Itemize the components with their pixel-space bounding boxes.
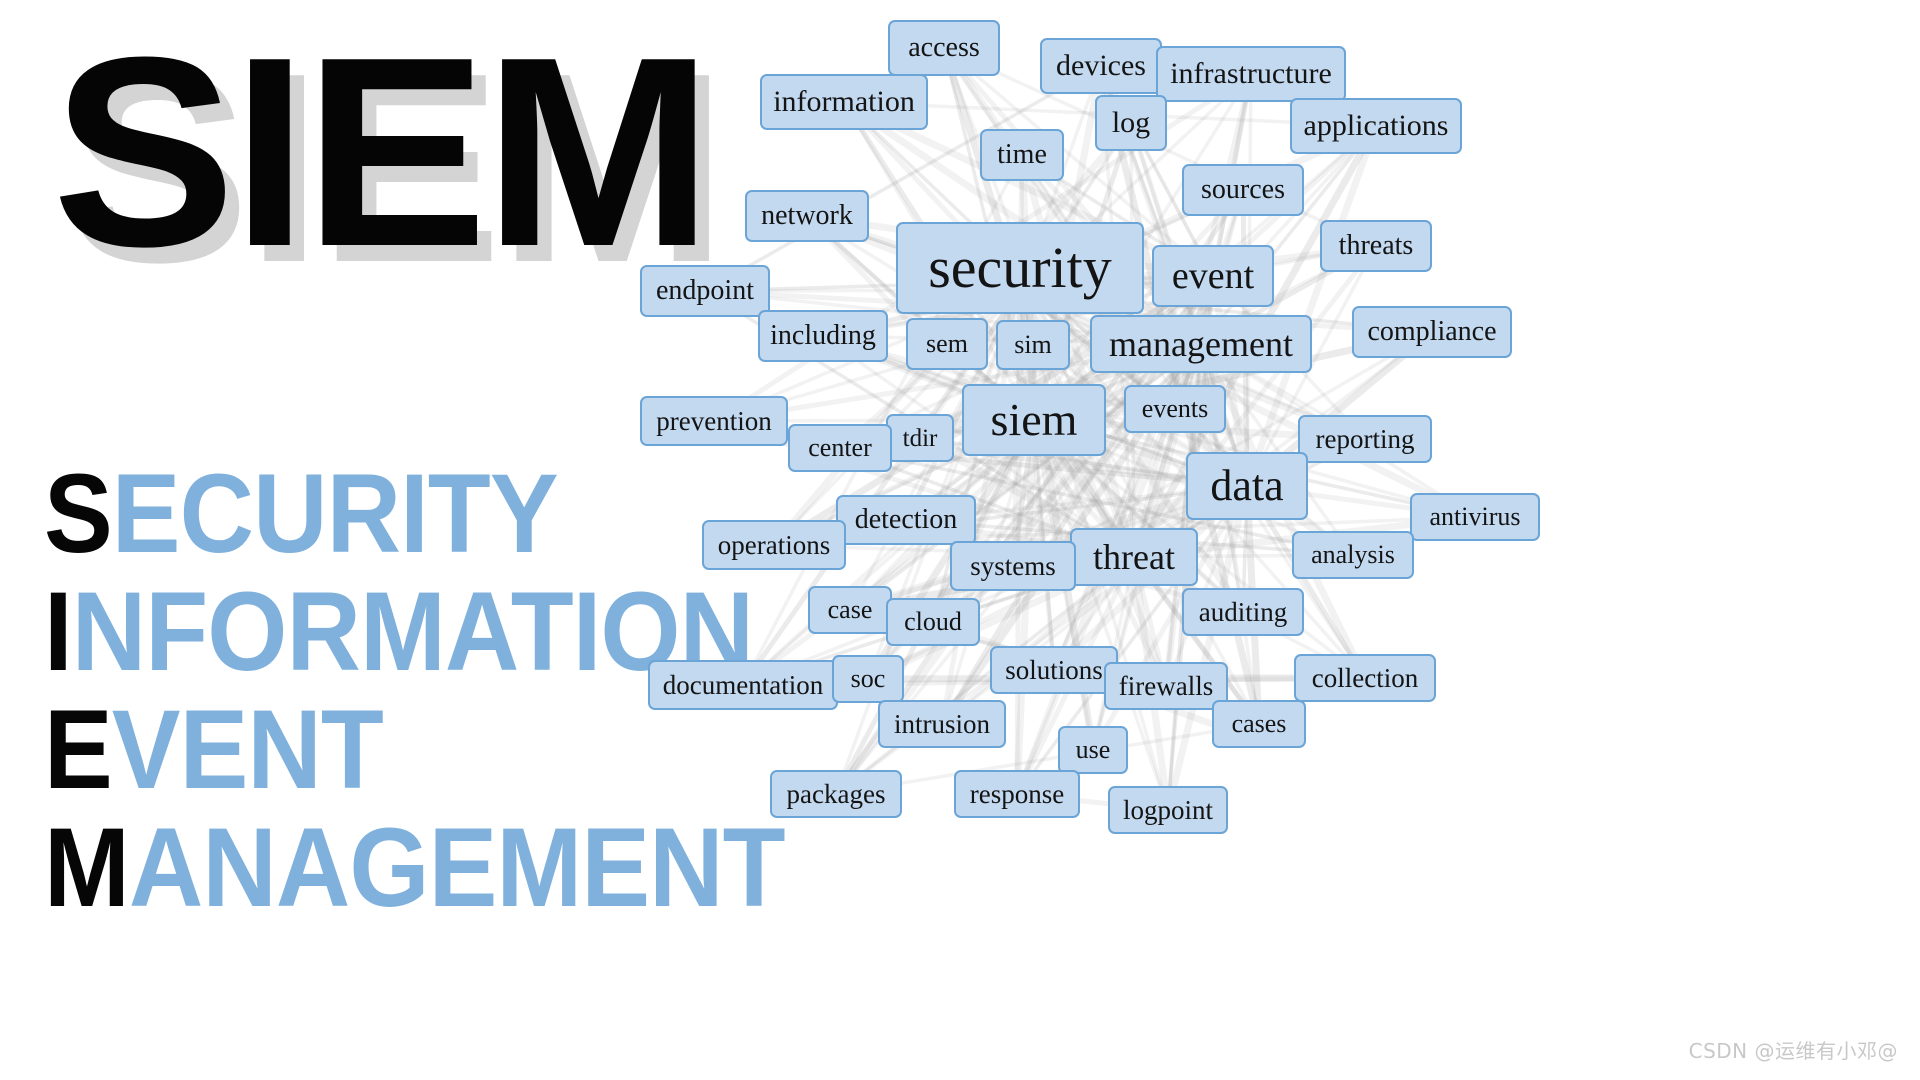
- graph-node-case[interactable]: case: [808, 586, 892, 634]
- graph-node-collection[interactable]: collection: [1294, 654, 1436, 702]
- graph-node-compliance[interactable]: compliance: [1352, 306, 1512, 358]
- graph-node-cloud[interactable]: cloud: [886, 598, 980, 646]
- graph-node-layer: access devices infrastructure information lo…: [620, 0, 1920, 1080]
- graph-node-infrastructure[interactable]: infrastructure: [1156, 46, 1346, 102]
- expansion-initial: I: [44, 569, 73, 694]
- graph-node-network[interactable]: network: [745, 190, 869, 242]
- graph-node-use[interactable]: use: [1058, 726, 1128, 774]
- graph-node-auditing[interactable]: auditing: [1182, 588, 1304, 636]
- expansion-remainder: VENT: [111, 687, 384, 812]
- graph-node-intrusion[interactable]: intrusion: [878, 700, 1006, 748]
- graph-node-events[interactable]: events: [1124, 385, 1226, 433]
- graph-node-center[interactable]: center: [788, 424, 892, 472]
- graph-node-sim[interactable]: sim: [996, 320, 1070, 370]
- graph-node-systems[interactable]: systems: [950, 541, 1076, 591]
- graph-node-cases[interactable]: cases: [1212, 700, 1306, 748]
- graph-node-sources[interactable]: sources: [1182, 164, 1304, 216]
- word-cooccurrence-graph: access devices infrastructure information lo…: [620, 0, 1920, 1080]
- expansion-remainder: ECURITY: [111, 451, 559, 576]
- expansion-initial: E: [44, 687, 113, 812]
- expansion-initial: M: [44, 805, 130, 930]
- graph-node-endpoint[interactable]: endpoint: [640, 265, 770, 317]
- graph-node-threats[interactable]: threats: [1320, 220, 1432, 272]
- graph-node-siem[interactable]: siem: [962, 384, 1106, 456]
- graph-node-soc[interactable]: soc: [832, 655, 904, 703]
- graph-node-log[interactable]: log: [1095, 95, 1167, 151]
- siem-acronym-logo: SIEM: [52, 2, 713, 303]
- graph-node-data[interactable]: data: [1186, 452, 1308, 520]
- graph-node-sem[interactable]: sem: [906, 318, 988, 370]
- graph-node-including[interactable]: including: [758, 310, 888, 362]
- graph-node-tdir[interactable]: tdir: [886, 414, 954, 462]
- graph-node-access[interactable]: access: [888, 20, 1000, 76]
- graph-node-threat[interactable]: threat: [1070, 528, 1198, 586]
- graph-node-information[interactable]: information: [760, 74, 928, 130]
- graph-node-antivirus[interactable]: antivirus: [1410, 493, 1540, 541]
- graph-node-solutions[interactable]: solutions: [990, 646, 1118, 694]
- expansion-initial: S: [44, 451, 113, 576]
- graph-node-prevention[interactable]: prevention: [640, 396, 788, 446]
- graph-node-security[interactable]: security: [896, 222, 1144, 314]
- graph-node-logpoint[interactable]: logpoint: [1108, 786, 1228, 834]
- graph-node-analysis[interactable]: analysis: [1292, 531, 1414, 579]
- graph-node-time[interactable]: time: [980, 129, 1064, 181]
- graph-node-event[interactable]: event: [1152, 245, 1274, 307]
- graph-node-documentation[interactable]: documentation: [648, 660, 838, 710]
- graph-node-response[interactable]: response: [954, 770, 1080, 818]
- graph-node-devices[interactable]: devices: [1040, 38, 1162, 94]
- graph-node-reporting[interactable]: reporting: [1298, 415, 1432, 463]
- graph-node-firewalls[interactable]: firewalls: [1104, 662, 1228, 710]
- csdn-watermark: CSDN @运维有小邓@: [1688, 1039, 1898, 1063]
- graph-node-applications[interactable]: applications: [1290, 98, 1462, 154]
- graph-node-detection[interactable]: detection: [836, 495, 976, 545]
- graph-node-management[interactable]: management: [1090, 315, 1312, 373]
- graph-node-packages[interactable]: packages: [770, 770, 902, 818]
- graph-node-operations[interactable]: operations: [702, 520, 846, 570]
